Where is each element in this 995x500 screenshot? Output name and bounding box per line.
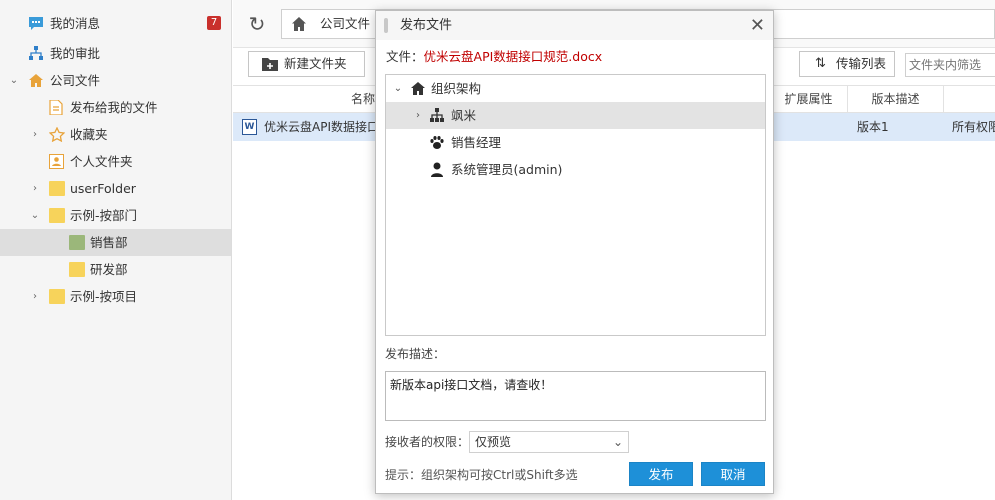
folder-icon bbox=[69, 262, 85, 277]
version-cell: 版本1 bbox=[857, 120, 889, 134]
sidebar-item-label: 研发部 bbox=[90, 262, 128, 277]
tree-node-label: 销售经理 bbox=[451, 135, 502, 150]
file-line: 文件：优米云盘API数据接口规范.docx bbox=[386, 47, 602, 67]
sidebar-item-rnd[interactable]: 研发部 bbox=[0, 256, 231, 283]
chevron-down-icon[interactable]: ⌄ bbox=[392, 75, 404, 102]
permission-select[interactable]: 仅预览 ⌄ bbox=[469, 431, 629, 453]
hint-text: 提示：组织架构可按Ctrl或Shift多选 bbox=[385, 468, 578, 482]
publish-file-dialog: 发布文件 ✕ 文件：优米云盘API数据接口规范.docx ⌄ 组织架构 › 飒米… bbox=[375, 10, 774, 494]
chevron-down-icon[interactable]: ⌄ bbox=[8, 67, 20, 94]
tree-node-company[interactable]: › 飒米 bbox=[386, 102, 765, 129]
close-icon[interactable]: ✕ bbox=[750, 12, 765, 39]
file-name-cell[interactable]: 优米云盘API数据接口 bbox=[264, 113, 379, 141]
paw-icon bbox=[429, 135, 445, 150]
sidebar-item-label: userFolder bbox=[70, 181, 136, 196]
org-tree: ⌄ 组织架构 › 飒米 销售经理 系统管理员(admin) bbox=[385, 74, 766, 336]
breadcrumb-item[interactable]: 公司文件 bbox=[320, 10, 370, 38]
tree-node-org-root[interactable]: ⌄ 组织架构 bbox=[386, 75, 765, 102]
unread-badge: 7 bbox=[207, 16, 221, 30]
description-label: 发布描述： bbox=[385, 347, 446, 361]
chevron-right-icon[interactable]: › bbox=[29, 175, 41, 202]
home-icon[interactable] bbox=[291, 16, 307, 32]
description-textarea[interactable]: 新版本api接口文档，请查收！ bbox=[385, 371, 766, 421]
folder-icon bbox=[49, 289, 65, 304]
sidebar-item-by-department[interactable]: ⌄ 示例-按部门 bbox=[0, 202, 231, 229]
user-folder-icon bbox=[49, 154, 65, 169]
chevron-right-icon[interactable]: › bbox=[412, 102, 424, 129]
sidebar-item-company-files[interactable]: ⌄ 公司文件 bbox=[0, 67, 231, 94]
word-document-icon: W bbox=[242, 119, 257, 135]
sidebar-item-messages[interactable]: 我的消息 7 bbox=[0, 10, 231, 37]
chevron-down-icon: ⌄ bbox=[612, 435, 623, 449]
tree-node-label: 组织架构 bbox=[431, 81, 482, 96]
permission-select-value: 仅预览 bbox=[475, 435, 512, 449]
file-label: 文件： bbox=[386, 49, 424, 64]
tree-node-label: 飒米 bbox=[451, 108, 477, 123]
cancel-button[interactable]: 取消 bbox=[701, 462, 765, 486]
sidebar-item-userfolder[interactable]: › userFolder bbox=[0, 175, 231, 202]
sidebar-item-sales[interactable]: 销售部 bbox=[0, 229, 231, 256]
org-tree-icon bbox=[429, 108, 445, 123]
sidebar-item-label: 公司文件 bbox=[50, 73, 101, 88]
sidebar-item-label: 销售部 bbox=[90, 235, 128, 250]
file-name: 优米云盘API数据接口规范.docx bbox=[423, 49, 603, 64]
column-header-ext-attr[interactable]: 扩展属性 bbox=[769, 86, 847, 113]
sidebar-item-label: 收藏夹 bbox=[70, 127, 108, 142]
home-icon bbox=[410, 81, 426, 96]
permission-label: 接收者的权限： bbox=[385, 435, 470, 449]
home-icon bbox=[28, 73, 44, 88]
folder-icon bbox=[69, 235, 85, 250]
sidebar-item-favorites[interactable]: › 收藏夹 bbox=[0, 121, 231, 148]
tree-node-sales-manager[interactable]: 销售经理 bbox=[386, 129, 765, 156]
sidebar-item-label: 发布给我的文件 bbox=[70, 100, 158, 115]
new-folder-button[interactable]: 新建文件夹 bbox=[248, 51, 365, 77]
column-header-version-desc[interactable]: 版本描述 bbox=[847, 86, 943, 113]
folder-icon bbox=[49, 181, 65, 196]
user-icon bbox=[429, 162, 445, 177]
sidebar-item-published-to-me[interactable]: 发布给我的文件 bbox=[0, 94, 231, 121]
chevron-right-icon[interactable]: › bbox=[29, 283, 41, 310]
add-folder-icon bbox=[262, 57, 278, 71]
transfer-icon: ⇅ bbox=[815, 56, 826, 71]
sidebar-item-label: 示例-按项目 bbox=[70, 289, 138, 304]
dialog-title: 发布文件 bbox=[400, 18, 453, 33]
document-icon bbox=[49, 100, 65, 115]
column-header-name[interactable]: 名称 bbox=[233, 86, 383, 113]
drag-handle-icon bbox=[384, 18, 388, 33]
sidebar-item-label: 我的消息 bbox=[50, 16, 101, 31]
refresh-icon[interactable]: ↻ bbox=[243, 10, 271, 38]
transfer-list-button[interactable]: ⇅ 传输列表 bbox=[799, 51, 895, 77]
tree-node-label: 系统管理员(admin) bbox=[451, 162, 563, 177]
message-icon bbox=[28, 16, 44, 31]
dialog-title-bar[interactable]: 发布文件 ✕ bbox=[376, 11, 773, 40]
org-tree-icon bbox=[28, 46, 44, 61]
sidebar-item-by-project[interactable]: › 示例-按项目 bbox=[0, 283, 231, 310]
star-icon bbox=[49, 127, 65, 142]
sidebar-item-personal-folder[interactable]: 个人文件夹 bbox=[0, 148, 231, 175]
column-header-extra[interactable] bbox=[943, 86, 995, 113]
sidebar-item-label: 个人文件夹 bbox=[70, 154, 133, 169]
sidebar-item-label: 我的审批 bbox=[50, 46, 101, 61]
sidebar-item-label: 示例-按部门 bbox=[70, 208, 138, 223]
sidebar: 我的消息 7 我的审批 ⌄ 公司文件 发布给我的文件 › 收藏夹 个人文件夹 ›… bbox=[0, 0, 232, 500]
chevron-down-icon[interactable]: ⌄ bbox=[29, 202, 41, 229]
folder-filter-input[interactable] bbox=[905, 53, 995, 77]
chevron-right-icon[interactable]: › bbox=[29, 121, 41, 148]
folder-icon bbox=[49, 208, 65, 223]
permission-cell: 所有权限 bbox=[952, 120, 995, 134]
tree-node-admin[interactable]: 系统管理员(admin) bbox=[386, 156, 765, 183]
sidebar-item-approvals[interactable]: 我的审批 bbox=[0, 40, 231, 67]
publish-button[interactable]: 发布 bbox=[629, 462, 693, 486]
